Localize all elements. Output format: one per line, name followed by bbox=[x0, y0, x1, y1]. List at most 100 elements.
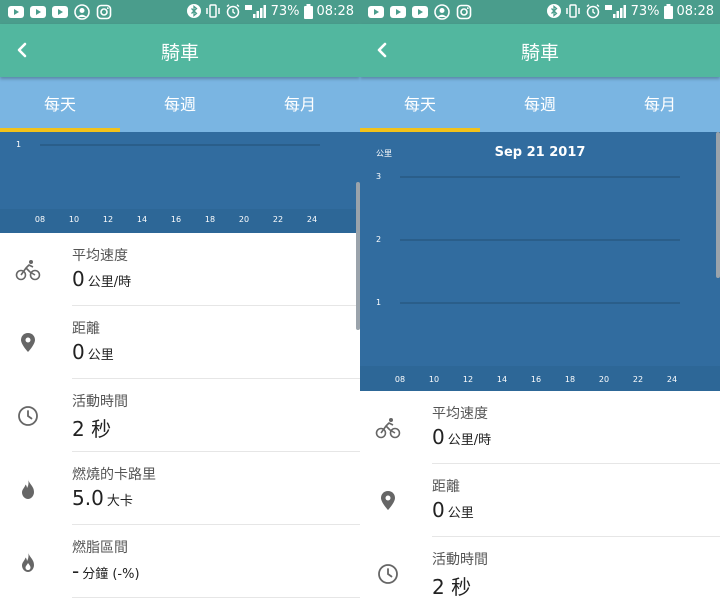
tab-monthly[interactable]: 每月 bbox=[240, 77, 360, 132]
stat-unit: 公里 bbox=[87, 348, 114, 363]
stat-unit: 公里/時 bbox=[87, 275, 132, 290]
alarm-icon bbox=[586, 4, 600, 19]
stat-value: 0 bbox=[72, 267, 85, 291]
tab-weekly[interactable]: 每週 bbox=[120, 77, 240, 132]
stat-label: 活動時間 bbox=[72, 394, 128, 410]
stat-row-active-time[interactable]: 活動時間 2 秒 bbox=[0, 379, 360, 452]
stat-label: 距離 bbox=[432, 479, 460, 495]
chart-canvas: 公里 Sep 21 2017 3 2 1 08 10 12 14 16 18 20 22 24 bbox=[360, 145, 720, 391]
page-title: 騎車 bbox=[160, 42, 199, 64]
x-tick-label: 12 bbox=[103, 215, 113, 224]
stat-row-avg-speed[interactable]: 平均速度 0 公里/時 bbox=[360, 391, 720, 464]
chart-date-title: Sep 21 2017 bbox=[495, 145, 586, 160]
tab-weekly[interactable]: 每週 bbox=[480, 77, 600, 132]
tab-monthly[interactable]: 每月 bbox=[600, 77, 720, 132]
stat-value: 5.0 bbox=[72, 486, 104, 510]
youtube-icon bbox=[8, 6, 24, 18]
bike-icon bbox=[375, 418, 401, 439]
clock-icon bbox=[18, 406, 38, 426]
account-icon bbox=[434, 4, 450, 20]
x-tick-label: 22 bbox=[633, 375, 643, 384]
instagram-icon bbox=[456, 4, 472, 20]
bike-icon bbox=[15, 260, 41, 281]
stat-label: 活動時間 bbox=[432, 552, 488, 568]
stat-value: - bbox=[72, 559, 80, 583]
location-pin-icon bbox=[21, 333, 35, 352]
stat-label: 燃燒的卡路里 bbox=[72, 467, 156, 483]
stat-unit: 分鐘 (-%) bbox=[82, 567, 140, 582]
youtube-icon bbox=[52, 6, 68, 18]
y-tick-label: 1 bbox=[16, 140, 21, 149]
location-pin-icon bbox=[381, 491, 395, 510]
x-tick-label: 20 bbox=[239, 215, 249, 224]
stat-row-distance[interactable]: 距離 0 公里 bbox=[360, 464, 720, 537]
x-tick-label: 22 bbox=[273, 215, 283, 224]
clock-time: 08:28 bbox=[316, 3, 354, 19]
stat-label: 平均速度 bbox=[432, 406, 488, 422]
app-bar: 騎車 bbox=[360, 24, 720, 77]
fat-burn-icon bbox=[22, 552, 34, 572]
stat-unit: 公里 bbox=[447, 506, 474, 521]
alarm-icon bbox=[226, 4, 240, 19]
stat-row-distance[interactable]: 距離 0 公里 bbox=[0, 306, 360, 379]
x-tick-label: 14 bbox=[497, 375, 507, 384]
x-tick-label: 10 bbox=[69, 215, 79, 224]
battery-percent: 73% bbox=[630, 3, 660, 19]
stat-label: 距離 bbox=[72, 321, 100, 337]
period-tabs: 每天 每週 每月 bbox=[360, 77, 720, 132]
status-bar: 73% 08:28 bbox=[0, 0, 360, 24]
stat-value: 0 bbox=[432, 425, 445, 449]
x-tick-label: 18 bbox=[205, 215, 215, 224]
y-tick-label: 2 bbox=[376, 235, 381, 244]
app-bar: 騎車 bbox=[0, 24, 360, 77]
battery-icon bbox=[303, 3, 313, 19]
clock-time: 08:28 bbox=[676, 3, 714, 19]
stat-label: 平均速度 bbox=[72, 248, 128, 264]
clock-icon bbox=[378, 564, 398, 584]
stats-list: 平均速度 0 公里/時 距離 0 公里 活動時間 2 秒 燃燒的卡路里 5.0 大卡 … bbox=[0, 233, 360, 598]
activity-chart: 公里 Sep 21 2017 3 2 1 08 10 12 14 16 18 20 22 24 bbox=[360, 132, 720, 391]
page-title: 騎車 bbox=[520, 42, 559, 64]
period-tabs: 每天 每週 每月 bbox=[0, 77, 360, 132]
stat-row-fat-burn[interactable]: 燃脂區間 - 分鐘 (-%) bbox=[0, 525, 360, 598]
youtube-icon bbox=[390, 6, 406, 18]
x-tick-label: 20 bbox=[599, 375, 609, 384]
stat-value: 2 秒 bbox=[432, 575, 472, 598]
battery-percent: 73% bbox=[270, 3, 300, 19]
signal-icon bbox=[244, 5, 266, 18]
x-tick-label: 10 bbox=[429, 375, 439, 384]
stat-row-avg-speed[interactable]: 平均速度 0 公里/時 bbox=[0, 233, 360, 306]
stat-row-active-time[interactable]: 活動時間 2 秒 bbox=[360, 537, 720, 598]
youtube-icon bbox=[412, 6, 428, 18]
stat-value: 2 秒 bbox=[72, 417, 112, 441]
flame-icon bbox=[22, 479, 34, 499]
x-tick-label: 24 bbox=[307, 215, 317, 224]
tab-daily[interactable]: 每天 bbox=[360, 77, 480, 132]
stat-unit: 大卡 bbox=[106, 494, 133, 509]
instagram-icon bbox=[96, 4, 112, 20]
y-tick-label: 1 bbox=[376, 298, 381, 307]
youtube-icon bbox=[368, 6, 384, 18]
scrollbar[interactable] bbox=[716, 132, 720, 278]
stat-unit: 公里/時 bbox=[447, 433, 492, 448]
y-tick-label: 3 bbox=[376, 172, 381, 181]
stat-value: 0 bbox=[432, 498, 445, 522]
account-icon bbox=[74, 4, 90, 20]
x-tick-label: 24 bbox=[667, 375, 677, 384]
stat-label: 燃脂區間 bbox=[72, 540, 128, 556]
x-tick-label: 12 bbox=[463, 375, 473, 384]
screen-right: 73% 08:28 騎車 每天 每週 每月 公里 Sep 21 2017 3 2… bbox=[360, 0, 720, 598]
status-bar: 73% 08:28 bbox=[360, 0, 720, 24]
stat-row-calories[interactable]: 燃燒的卡路里 5.0 大卡 bbox=[0, 452, 360, 525]
activity-chart: 1 08 10 12 14 16 18 20 22 24 bbox=[0, 132, 360, 233]
x-tick-label: 08 bbox=[395, 375, 405, 384]
screen-left: 73% 08:28 騎車 每天 每週 每月 1 08 10 12 14 16 18 20 22… bbox=[0, 0, 360, 598]
x-tick-label: 08 bbox=[35, 215, 45, 224]
x-tick-label: 18 bbox=[565, 375, 575, 384]
youtube-icon bbox=[30, 6, 46, 18]
y-axis-unit: 公里 bbox=[376, 149, 392, 158]
stat-value: 0 bbox=[72, 340, 85, 364]
tab-daily[interactable]: 每天 bbox=[0, 77, 120, 132]
stats-list: 平均速度 0 公里/時 距離 0 公里 活動時間 2 秒 bbox=[360, 391, 720, 598]
x-tick-label: 16 bbox=[171, 215, 181, 224]
